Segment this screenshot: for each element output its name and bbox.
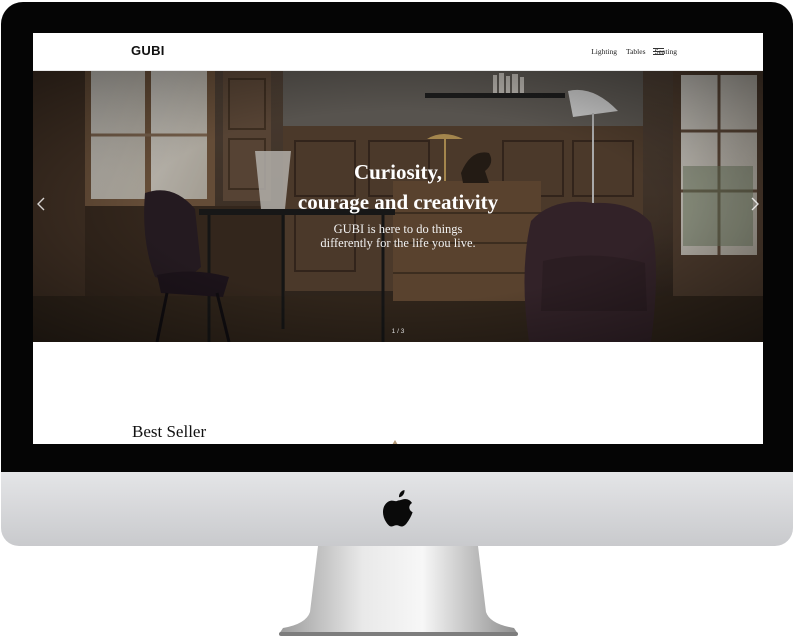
monitor-stand bbox=[279, 546, 518, 636]
nav-link-tables[interactable]: Tables bbox=[626, 47, 645, 56]
hamburger-menu-icon[interactable] bbox=[653, 48, 664, 55]
best-seller-heading: Best Seller bbox=[132, 422, 207, 441]
hero-title-line1: Curiosity, bbox=[353, 160, 443, 184]
hero-carousel: Curiosity, courage and creativity GUBI i… bbox=[33, 71, 763, 342]
site-logo[interactable]: GUBI bbox=[131, 43, 165, 58]
nav-link-lighting[interactable]: Lighting bbox=[591, 47, 617, 56]
carousel-pager: 1 / 3 bbox=[391, 328, 405, 335]
apple-logo-icon bbox=[382, 490, 413, 527]
site-header: GUBI Lighting Tables Seating bbox=[33, 33, 763, 71]
main-nav: Lighting Tables Seating bbox=[591, 47, 677, 56]
hero-title-line2: courage and creativity bbox=[297, 190, 499, 214]
browser-screen: GUBI Lighting Tables Seating Curiosity, … bbox=[33, 33, 763, 444]
hero-subtitle-line2: differently for the life you live. bbox=[320, 236, 476, 250]
hero-subtitle-line1: GUBI is here to do things bbox=[333, 222, 463, 236]
product-thumbnail-peek bbox=[392, 440, 398, 444]
